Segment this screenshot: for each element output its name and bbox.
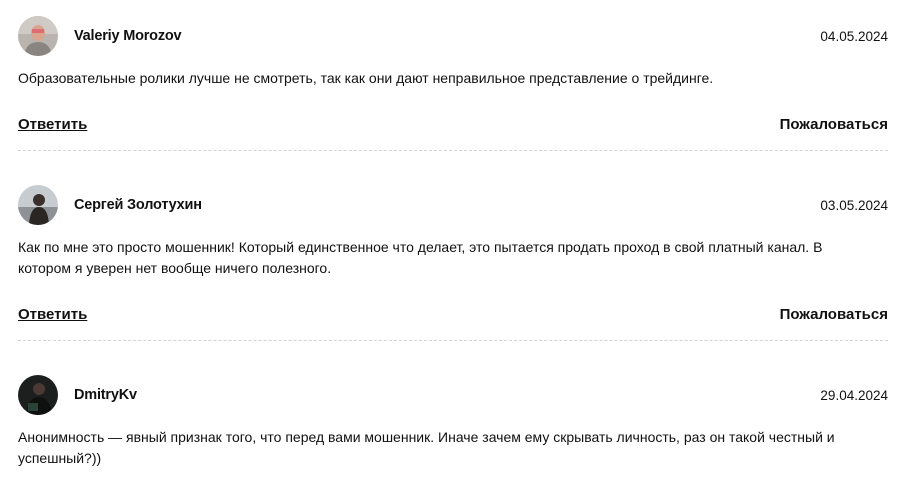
comment-header: Valeriy Morozov 04.05.2024: [18, 16, 888, 58]
comment-actions: Ответить Пожаловаться: [18, 306, 888, 326]
divider: [18, 150, 888, 151]
comment-date: 29.04.2024: [820, 388, 888, 403]
comment-header: Сергей Золотухин 03.05.2024: [18, 185, 888, 227]
avatar[interactable]: [18, 185, 58, 225]
avatar-photo-icon: [18, 16, 58, 56]
comment-header: DmitryKv 29.04.2024: [18, 375, 888, 417]
comment-author[interactable]: DmitryKv: [74, 387, 137, 403]
comment-text: Образовательные ролики лучше не смотреть…: [18, 70, 714, 86]
comment-item: Valeriy Morozov 04.05.2024 Образовательн…: [18, 16, 888, 151]
comment-item: Сергей Золотухин 03.05.2024 Как по мне э…: [18, 185, 888, 341]
comment-actions: Ответить Пожаловаться: [18, 116, 888, 136]
comment-text: Как по мне это просто мошенник! Который …: [18, 239, 823, 276]
avatar-photo-icon: [18, 185, 58, 225]
avatar[interactable]: [18, 16, 58, 56]
avatar[interactable]: [18, 375, 58, 415]
report-button[interactable]: Пожаловаться: [780, 306, 888, 323]
comment-item: DmitryKv 29.04.2024 Анонимность — явный …: [18, 375, 888, 469]
comment-date: 03.05.2024: [820, 198, 888, 213]
report-button[interactable]: Пожаловаться: [780, 116, 888, 133]
reply-button[interactable]: Ответить: [18, 306, 87, 323]
comment-author[interactable]: Valeriy Morozov: [74, 28, 182, 44]
comments-list: Valeriy Morozov 04.05.2024 Образовательн…: [0, 0, 899, 480]
comment-date: 04.05.2024: [820, 29, 888, 44]
divider: [18, 340, 888, 341]
comment-text: Анонимность — явный признак того, что пе…: [18, 429, 835, 466]
avatar-photo-icon: [18, 375, 58, 415]
reply-button[interactable]: Ответить: [18, 116, 87, 133]
comment-author[interactable]: Сергей Золотухин: [74, 197, 202, 213]
